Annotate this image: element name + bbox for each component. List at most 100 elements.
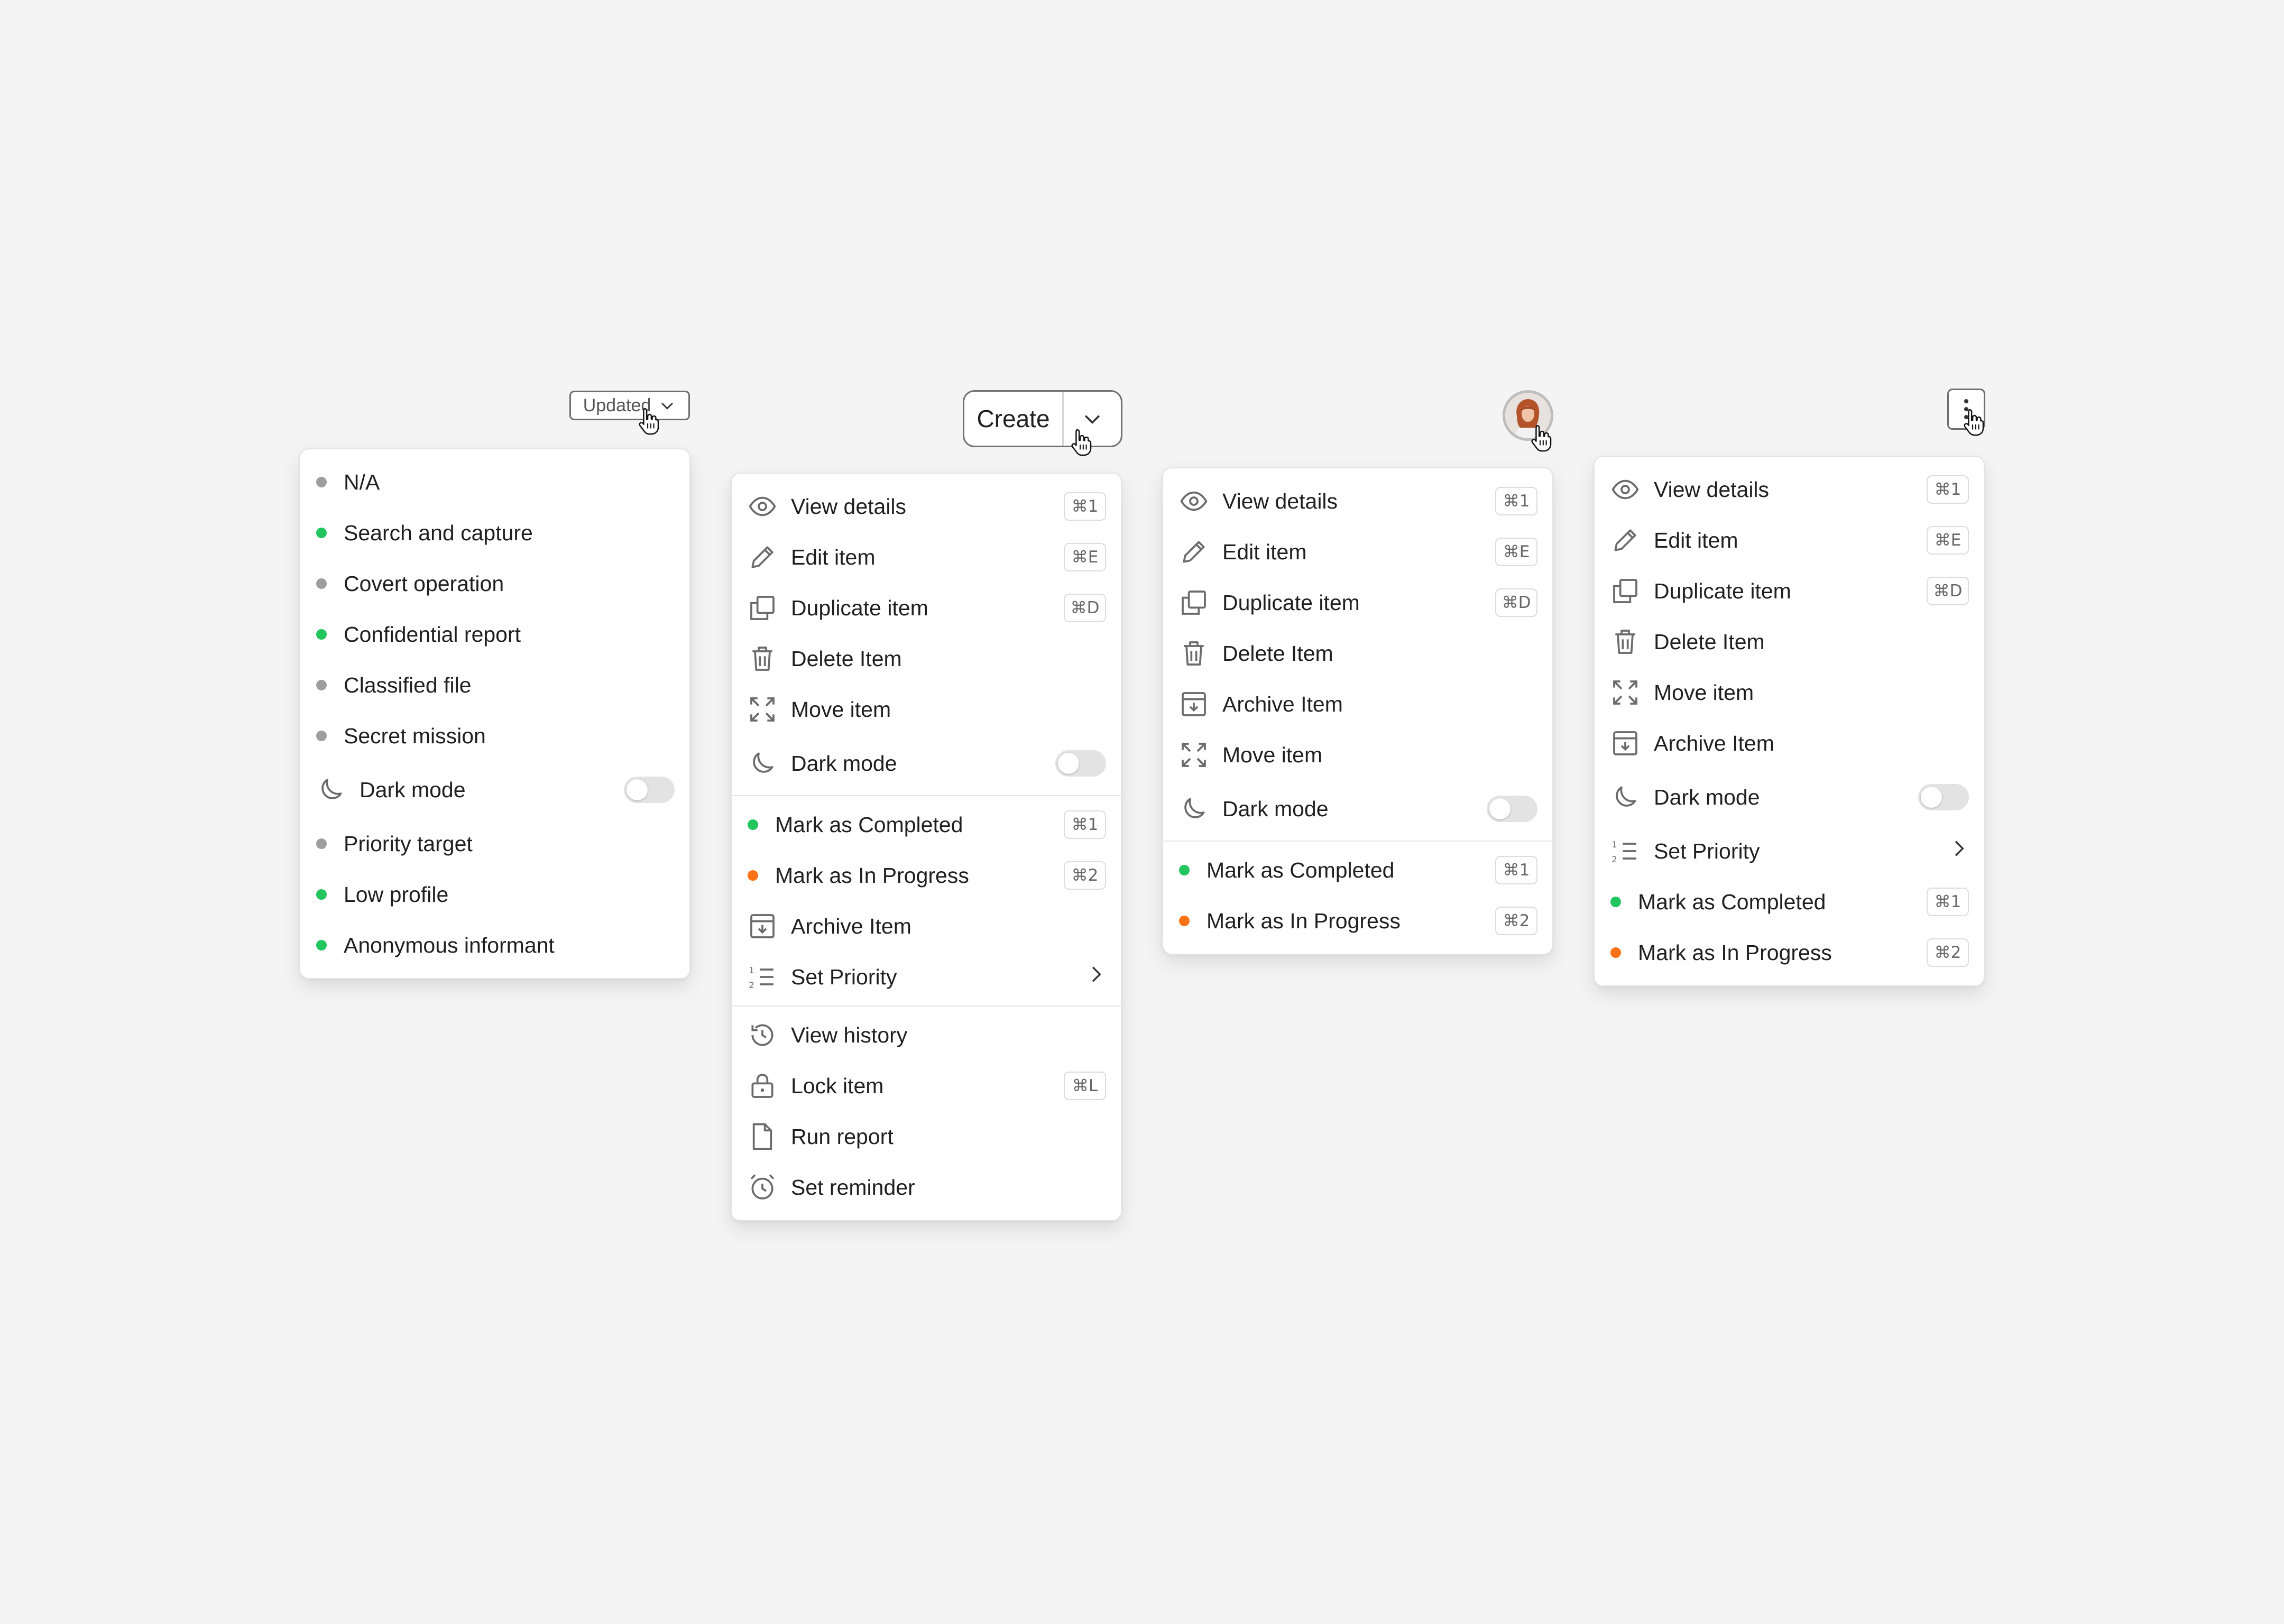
menu-item-label: Archive Item — [1222, 691, 1343, 716]
create-dropdown-menu: View details ⌘1 Edit item ⌘E Duplicate ite… — [731, 473, 1122, 1221]
dark-mode-toggle[interactable] — [1918, 784, 1969, 810]
menu-item-move-item[interactable]: Move item — [732, 684, 1121, 735]
menu-item-label: N/A — [344, 469, 380, 494]
trash-icon — [747, 643, 778, 675]
menu-item-dark-mode[interactable]: Dark mode — [732, 735, 1121, 792]
avatar-dropdown-menu: View details ⌘1 Edit item ⌘E Duplicate ite… — [1162, 467, 1553, 955]
menu-item-covert-operation[interactable]: Covert operation — [300, 558, 689, 609]
chevron-right-icon — [1085, 964, 1106, 990]
menu-item-mark-completed[interactable]: Mark as Completed ⌘1 — [732, 799, 1121, 850]
menu-item-lock-item[interactable]: Lock item ⌘L — [732, 1060, 1121, 1111]
status-dot — [316, 680, 327, 690]
menu-item-set-priority[interactable]: Set Priority — [732, 952, 1121, 1002]
status-dot — [316, 838, 327, 849]
menu-item-view-history[interactable]: View history — [732, 1010, 1121, 1060]
shortcut-badge: ⌘D — [1064, 594, 1106, 622]
menu-item-label: View details — [1222, 488, 1338, 513]
shortcut-badge: ⌘1 — [1495, 487, 1537, 515]
menu-item-mark-completed[interactable]: Mark as Completed ⌘1 — [1595, 876, 1984, 927]
status-dot — [316, 528, 327, 538]
archive-icon — [747, 910, 778, 942]
shortcut-badge: ⌘2 — [1495, 907, 1537, 935]
menu-item-edit-item[interactable]: Edit item ⌘E — [1595, 515, 1984, 566]
status-dropdown-menu: N/A Search and capture Covert operation … — [299, 448, 690, 979]
menu-item-run-report[interactable]: Run report — [732, 1111, 1121, 1162]
menu-item-duplicate-item[interactable]: Duplicate item ⌘D — [1595, 566, 1984, 616]
menu-item-move-item[interactable]: Move item — [1595, 667, 1984, 718]
menu-item-label: Set Priority — [1654, 838, 1760, 863]
menu-item-mark-in-progress[interactable]: Mark as In Progress ⌘2 — [1163, 896, 1552, 946]
menu-item-view-details[interactable]: View details ⌘1 — [732, 481, 1121, 532]
menu-item-view-details[interactable]: View details ⌘1 — [1163, 476, 1552, 527]
menu-item-set-priority[interactable]: Set Priority — [1595, 826, 1984, 876]
dark-mode-toggle[interactable] — [1055, 750, 1106, 777]
menu-item-edit-item[interactable]: Edit item ⌘E — [1163, 527, 1552, 577]
menu-item-delete-item[interactable]: Delete Item — [1163, 628, 1552, 679]
menu-item-dark-mode[interactable]: Dark mode — [300, 761, 689, 818]
menu-item-dark-mode[interactable]: Dark mode — [1595, 769, 1984, 826]
menu-item-search-and-capture[interactable]: Search and capture — [300, 508, 689, 558]
menu-item-mark-in-progress[interactable]: Mark as In Progress ⌘2 — [1595, 927, 1984, 978]
create-button[interactable]: Create — [964, 392, 1062, 446]
eye-icon — [747, 491, 778, 522]
menu-item-move-item[interactable]: Move item — [1163, 730, 1552, 780]
menu-item-priority-target[interactable]: Priority target — [300, 818, 689, 869]
menu-item-duplicate-item[interactable]: Duplicate item ⌘D — [732, 583, 1121, 633]
trash-icon — [1178, 638, 1210, 669]
menu-item-label: Delete Item — [1654, 629, 1765, 654]
menu-item-label: Dark mode — [1222, 796, 1329, 821]
menu-item-anonymous-informant[interactable]: Anonymous informant — [300, 920, 689, 971]
menu-item-view-details[interactable]: View details ⌘1 — [1595, 464, 1984, 515]
menu-item-na[interactable]: N/A — [300, 457, 689, 508]
menu-item-dark-mode[interactable]: Dark mode — [1163, 780, 1552, 837]
moon-icon — [315, 774, 347, 806]
updated-dropdown-trigger[interactable]: Updated — [569, 391, 690, 420]
menu-item-archive-item[interactable]: Archive Item — [732, 901, 1121, 952]
menu-item-classified-file[interactable]: Classified file — [300, 660, 689, 710]
lock-icon — [747, 1070, 778, 1102]
hand-cursor-icon — [1961, 407, 1986, 438]
menu-item-set-reminder[interactable]: Set reminder — [732, 1162, 1121, 1213]
menu-item-label: Dark mode — [791, 751, 897, 776]
menu-item-label: Duplicate item — [1654, 578, 1791, 603]
menu-item-label: Lock item — [791, 1073, 884, 1098]
menu-item-mark-completed[interactable]: Mark as Completed ⌘1 — [1163, 845, 1552, 896]
duplicate-icon — [1178, 587, 1210, 619]
menu-item-confidential-report[interactable]: Confidential report — [300, 609, 689, 660]
menu-item-label: Move item — [1222, 742, 1323, 767]
menu-item-label: Edit item — [791, 545, 876, 569]
alarm-clock-icon — [747, 1171, 778, 1203]
menu-item-edit-item[interactable]: Edit item ⌘E — [732, 532, 1121, 583]
menu-item-secret-mission[interactable]: Secret mission — [300, 710, 689, 761]
status-dot — [316, 578, 327, 589]
menu-item-delete-item[interactable]: Delete Item — [732, 633, 1121, 684]
move-icon — [747, 694, 778, 725]
menu-item-delete-item[interactable]: Delete Item — [1595, 616, 1984, 667]
dark-mode-toggle[interactable] — [624, 777, 675, 803]
menu-item-archive-item[interactable]: Archive Item — [1595, 718, 1984, 769]
chevron-right-icon — [1948, 838, 1969, 864]
menu-item-label: Set reminder — [791, 1175, 915, 1199]
shortcut-badge: ⌘E — [1927, 526, 1969, 555]
status-dot — [748, 819, 758, 830]
create-split-button: Create — [963, 390, 1122, 447]
status-dot — [1610, 897, 1621, 907]
menu-item-label: Priority target — [344, 831, 473, 856]
menu-item-archive-item[interactable]: Archive Item — [1163, 679, 1552, 730]
status-dot — [316, 940, 327, 951]
menu-item-label: Edit item — [1654, 528, 1738, 552]
pencil-icon — [747, 541, 778, 573]
hand-cursor-icon — [1069, 427, 1093, 458]
menu-item-low-profile[interactable]: Low profile — [300, 869, 689, 920]
menu-item-mark-in-progress[interactable]: Mark as In Progress ⌘2 — [732, 850, 1121, 901]
menu-item-label: Move item — [1654, 680, 1754, 705]
dark-mode-toggle[interactable] — [1487, 796, 1537, 822]
menu-item-duplicate-item[interactable]: Duplicate item ⌘D — [1163, 577, 1552, 628]
archive-icon — [1178, 688, 1210, 720]
menu-item-label: Mark as In Progress — [1207, 908, 1401, 933]
moon-icon — [747, 748, 778, 779]
status-dot — [316, 629, 327, 640]
menu-item-label: Low profile — [344, 882, 449, 907]
menu-item-label: Classified file — [344, 672, 472, 697]
hand-cursor-icon — [637, 406, 661, 437]
